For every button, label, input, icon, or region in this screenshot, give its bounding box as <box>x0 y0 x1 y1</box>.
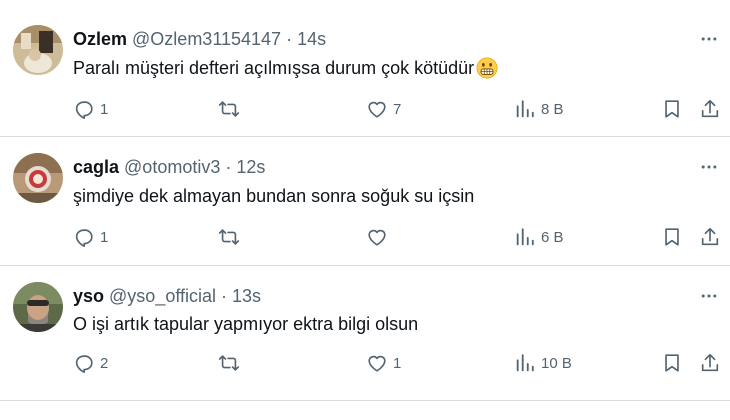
tweet-text: şimdiye dek almayan bundan sonra soğuk s… <box>73 184 474 208</box>
avatar[interactable] <box>13 25 63 75</box>
retweet-button[interactable] <box>218 225 245 249</box>
bookmark-icon <box>665 228 679 246</box>
tweet-text-content: şimdiye dek almayan bundan sonra soğuk s… <box>73 185 475 206</box>
views-count: 10 B <box>541 354 572 372</box>
bookmark-icon <box>665 354 679 372</box>
heart-icon <box>368 101 386 118</box>
like-button[interactable]: 7 <box>366 97 401 121</box>
views-button[interactable]: 10 B <box>514 351 572 375</box>
share-button[interactable] <box>699 351 721 375</box>
tweet-header: Ozlem @Ozlem31154147 · 14s <box>73 28 326 50</box>
reply-button[interactable]: 2 <box>73 351 108 375</box>
bookmark-button[interactable] <box>661 225 683 249</box>
retweet-button[interactable] <box>218 97 245 121</box>
reply-icon <box>75 229 93 247</box>
user-handle[interactable]: @otomotiv3 <box>124 157 220 178</box>
user-handle[interactable]: @Ozlem31154147 <box>132 29 281 50</box>
divider <box>0 265 730 266</box>
views-count: 8 B <box>541 100 564 118</box>
reply-count: 1 <box>100 100 109 118</box>
reply-button[interactable]: 1 <box>73 225 108 249</box>
timestamp[interactable]: 14s <box>297 29 326 50</box>
like-button[interactable]: 1 <box>366 351 401 375</box>
timestamp[interactable]: 13s <box>232 286 261 307</box>
reply-count: 1 <box>100 228 109 246</box>
share-icon <box>701 353 719 372</box>
separator-dot: · <box>225 156 232 177</box>
share-button[interactable] <box>699 97 721 121</box>
retweet-button[interactable] <box>218 351 245 375</box>
display-name[interactable]: cagla <box>73 157 119 178</box>
bookmark-button[interactable] <box>661 351 683 375</box>
retweet-icon <box>218 101 240 117</box>
reply-button[interactable]: 1 <box>73 97 108 121</box>
separator-dot: · <box>221 285 228 306</box>
divider <box>0 136 730 137</box>
views-button[interactable]: 6 B <box>514 225 564 249</box>
like-count: 1 <box>393 354 402 372</box>
more-icon[interactable] <box>696 285 722 307</box>
more-icon[interactable] <box>696 156 722 178</box>
grimacing-face-icon <box>476 57 498 79</box>
divider <box>0 400 730 401</box>
heart-icon <box>368 355 386 372</box>
tweet-text: O işi artık tapular yapmıyor ektra bilgi… <box>73 312 418 336</box>
share-icon <box>701 99 719 118</box>
more-icon[interactable] <box>696 28 722 50</box>
tweet-header: yso @yso_official · 13s <box>73 285 261 307</box>
views-button[interactable]: 8 B <box>514 97 564 121</box>
display-name[interactable]: yso <box>73 286 104 307</box>
views-chart-icon <box>516 354 534 372</box>
like-button[interactable] <box>366 225 393 249</box>
separator-dot: · <box>286 28 293 49</box>
avatar[interactable] <box>13 153 63 203</box>
retweet-icon <box>218 355 240 371</box>
reply-count: 2 <box>100 354 109 372</box>
reply-icon <box>75 101 93 119</box>
views-chart-icon <box>516 228 534 246</box>
views-chart-icon <box>516 100 534 118</box>
avatar[interactable] <box>13 282 63 332</box>
heart-icon <box>368 229 386 246</box>
views-count: 6 B <box>541 228 564 246</box>
user-handle[interactable]: @yso_official <box>109 286 216 307</box>
tweet-text-content: Paralı müşteri defteri açılmışsa durum ç… <box>73 57 475 78</box>
timestamp[interactable]: 12s <box>236 157 265 178</box>
tweet-text: Paralı müşteri defteri açılmışsa durum ç… <box>73 56 498 80</box>
tweet-text-content: O işi artık tapular yapmıyor ektra bilgi… <box>73 313 419 334</box>
like-count: 7 <box>393 100 402 118</box>
tweet-header: cagla @otomotiv3 · 12s <box>73 156 265 178</box>
bookmark-icon <box>665 100 679 118</box>
share-icon <box>701 227 719 246</box>
retweet-icon <box>218 229 240 245</box>
share-button[interactable] <box>699 225 721 249</box>
bookmark-button[interactable] <box>661 97 683 121</box>
display-name[interactable]: Ozlem <box>73 29 127 50</box>
reply-icon <box>75 355 93 373</box>
